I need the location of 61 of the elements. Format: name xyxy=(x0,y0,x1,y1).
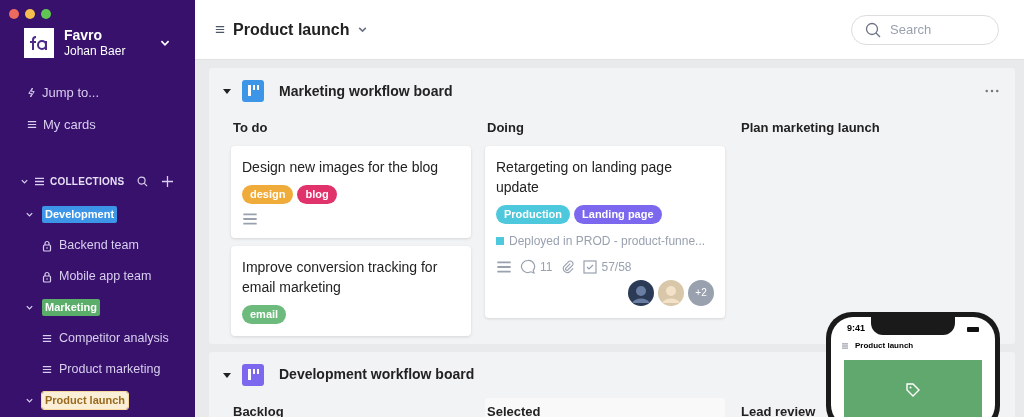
task-card[interactable]: Retargeting on landing page update Production Landing page Deployed in PROD - product-funne... 11 57/58 +2 xyxy=(485,145,725,318)
collapse-chevron-icon[interactable] xyxy=(20,177,29,186)
collections-heading: COLLECTIONS xyxy=(50,175,125,189)
checklist-count: 57/58 xyxy=(601,258,632,276)
card-title: Design new images for the blog xyxy=(242,157,440,177)
collection-item[interactable]: Mobile app team xyxy=(25,261,170,292)
comment-icon xyxy=(520,258,536,275)
tag: blog xyxy=(297,184,337,204)
tag: Landing page xyxy=(574,204,662,224)
board-title: Marketing workflow board xyxy=(279,81,453,101)
menu-icon xyxy=(215,25,225,34)
card-title: Improve conversion tracking for email marketing xyxy=(242,257,439,297)
collection-chevron-icon[interactable] xyxy=(25,210,34,219)
member-count: +2 xyxy=(688,279,714,306)
lightning-icon xyxy=(27,87,36,99)
collection-tag[interactable]: Product launch xyxy=(42,392,129,409)
more-icon[interactable] xyxy=(985,89,999,93)
battery-icon xyxy=(967,326,979,332)
card-title: Retargeting on landing page update xyxy=(496,157,673,197)
column-title: To do xyxy=(232,119,269,137)
search-field[interactable]: Search xyxy=(851,14,999,45)
collection-item[interactable]: Competitor analysis xyxy=(25,323,170,354)
collection-item[interactable]: Product marketing xyxy=(25,354,170,385)
phone-title: Product launch xyxy=(855,340,914,352)
user-name: Johan Baer xyxy=(64,43,126,59)
collection-item[interactable]: Backend team xyxy=(25,230,170,261)
lock-icon xyxy=(42,270,52,283)
tag: design xyxy=(242,184,294,204)
tag: email xyxy=(242,304,287,324)
column-title: Doing xyxy=(486,119,525,137)
tag: Production xyxy=(496,204,571,224)
column-title: Selected xyxy=(486,402,542,417)
card-note: Deployed in PROD - product-funne... xyxy=(509,232,706,250)
collections-icon xyxy=(34,177,45,186)
search-icon[interactable] xyxy=(137,176,148,187)
cards-icon xyxy=(27,119,37,129)
page-title: Product launch xyxy=(233,19,350,40)
task-card[interactable]: Improve conversion tracking for email marketing email xyxy=(231,245,471,336)
comment-count: 11 xyxy=(540,258,553,276)
column-title: Plan marketing launch xyxy=(740,119,881,137)
nav-item[interactable]: My cards xyxy=(27,114,168,134)
collapse-icon[interactable] xyxy=(222,86,232,96)
board-list-icon xyxy=(42,334,52,343)
menu-icon xyxy=(841,343,849,349)
board-list-icon xyxy=(42,365,52,374)
collection-chevron-icon[interactable] xyxy=(25,396,34,405)
lock-icon xyxy=(42,239,52,252)
search-icon xyxy=(865,21,881,38)
phone-time: 9:41 xyxy=(847,322,865,336)
logo-icon xyxy=(24,28,54,58)
add-icon[interactable] xyxy=(162,176,173,187)
workspace-name: Favro xyxy=(64,27,104,43)
board-title: Development workflow board xyxy=(279,365,475,384)
nav-item[interactable]: Jump to... xyxy=(27,83,168,103)
collection-chevron-icon[interactable] xyxy=(25,303,34,312)
tag-icon xyxy=(906,383,920,397)
task-card[interactable]: Design new images for the blog design blog xyxy=(231,145,471,238)
checkbox-icon xyxy=(583,259,598,274)
avatar xyxy=(628,279,654,306)
column-title: Lead review xyxy=(740,402,817,417)
avatar xyxy=(658,279,684,306)
